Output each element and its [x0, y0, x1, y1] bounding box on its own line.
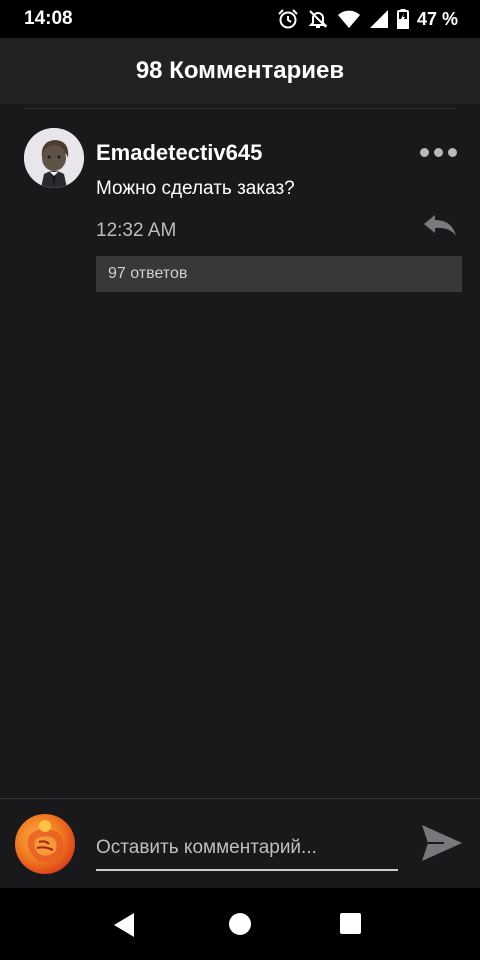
avatar-image	[24, 128, 84, 188]
replies-count-label: 97 ответов	[108, 265, 188, 282]
status-time: 14:08	[24, 8, 73, 29]
more-dot-icon	[434, 147, 443, 157]
status-bar: 14:08 47 %	[0, 0, 480, 38]
send-icon[interactable]	[420, 823, 464, 863]
notifications-off-icon	[308, 10, 328, 28]
more-options-button[interactable]	[420, 144, 460, 160]
view-replies-button[interactable]: 97 ответов	[96, 256, 462, 292]
comment-composer	[0, 798, 480, 889]
wifi-icon	[337, 10, 360, 28]
system-nav-bar	[0, 888, 480, 960]
user-avatar[interactable]	[24, 128, 84, 188]
signal-icon	[369, 10, 388, 28]
more-dot-icon	[448, 147, 457, 157]
alarm-icon	[278, 9, 298, 29]
my-avatar	[15, 814, 75, 874]
battery-percent: 47 %	[416, 8, 458, 29]
back-icon[interactable]	[112, 912, 136, 938]
more-dot-icon	[420, 147, 429, 157]
reply-icon[interactable]	[422, 214, 458, 238]
header-divider	[24, 108, 456, 109]
recent-apps-icon[interactable]	[340, 913, 361, 934]
comment-author[interactable]: Emadetectiv645	[96, 140, 262, 166]
comment-text: Можно сделать заказ?	[96, 178, 295, 199]
comment-input[interactable]	[96, 827, 398, 871]
comment-item: Emadetectiv645 Можно сделать заказ? 12:3…	[0, 124, 480, 304]
status-icons: 47 %	[277, 8, 458, 30]
page-title: 98 Комментариев	[135, 57, 345, 84]
comments-header: 98 Комментариев	[0, 38, 480, 104]
avatar-image	[27, 820, 64, 863]
comment-timestamp: 12:32 AM	[96, 220, 177, 241]
battery-icon	[396, 9, 409, 29]
home-icon[interactable]	[229, 913, 251, 935]
